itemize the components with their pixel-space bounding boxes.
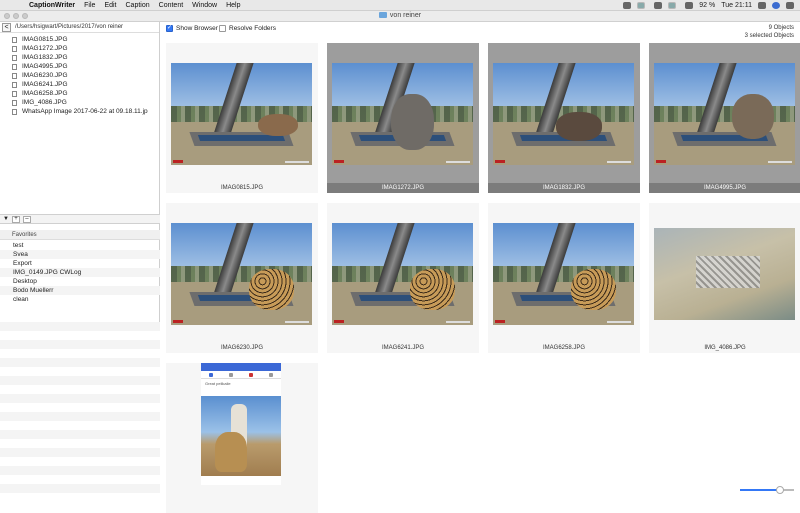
battery-percent[interactable]: 92 % <box>699 2 715 9</box>
menu-app-name[interactable]: CaptionWriter <box>29 2 75 9</box>
checkbox-checked-icon: ✓ <box>166 25 173 32</box>
favorite-item[interactable]: Bodo Muellerr <box>0 286 160 295</box>
notification-list-icon[interactable] <box>786 2 794 9</box>
favorite-item[interactable]: clean <box>0 295 160 304</box>
thumbnail-cell[interactable]: IMAG6230.JPG <box>166 203 318 353</box>
favorite-item[interactable]: Svea <box>0 250 160 259</box>
menu-bar: CaptionWriter File Edit Caption Content … <box>0 0 800 11</box>
file-icon <box>12 63 17 70</box>
selected-count: 3 selected Objects <box>744 33 794 39</box>
menu-content[interactable]: Content <box>159 2 184 9</box>
file-icon <box>12 99 17 106</box>
left-sidebar: < /Users/hsigwart/Pictures/2017/von rein… <box>0 22 160 500</box>
status-dropbox-icon[interactable] <box>654 2 663 9</box>
current-path: /Users/hsigwart/Pictures/2017/von reiner <box>15 24 124 30</box>
back-button[interactable]: < <box>2 22 11 32</box>
menu-window[interactable]: Window <box>192 2 217 9</box>
file-item[interactable]: IMG_4086.JPG <box>0 98 159 107</box>
thumbnail-cell[interactable]: IMAG0815.JPG <box>166 43 318 193</box>
status-display-icon[interactable] <box>668 2 677 9</box>
thumbnail-cell[interactable]: IMG_4086.JPG <box>649 203 800 353</box>
thumbnail-image[interactable] <box>654 228 795 320</box>
zoom-slider-fill <box>740 489 780 491</box>
file-icon <box>12 54 17 61</box>
status-wifi-icon[interactable] <box>685 2 694 9</box>
favorites-header: Favorites <box>0 230 160 240</box>
thumbnail-image[interactable]: Great pelikalie <box>171 363 312 485</box>
favorite-item[interactable]: Desktop <box>0 277 160 286</box>
thumbnail-caption: IMAG6230.JPG <box>220 345 264 351</box>
favorites-toolbar: ▼ + – <box>0 214 160 224</box>
thumbnail-caption: IMAG6258.JPG <box>542 345 586 351</box>
favorite-item[interactable]: test <box>0 241 160 250</box>
file-icon <box>12 36 17 43</box>
menu-help[interactable]: Help <box>226 2 240 9</box>
disclosure-triangle-icon[interactable]: ▼ <box>3 216 9 222</box>
file-icon <box>12 81 17 88</box>
file-item[interactable]: IMAG4995.JPG <box>0 62 159 71</box>
file-icon <box>12 45 17 52</box>
folder-icon <box>378 12 387 18</box>
clock[interactable]: Tue 21:11 <box>721 2 752 9</box>
thumbnail-cell[interactable]: IMAG1272.JPG <box>327 43 479 193</box>
thumbnail-cell[interactable]: IMAG6258.JPG <box>488 203 640 353</box>
thumbnail-caption: IMAG1832.JPG <box>488 183 640 193</box>
menu-caption[interactable]: Caption <box>126 2 150 9</box>
thumbnail-image[interactable] <box>493 223 634 325</box>
thumbnail-image[interactable] <box>493 63 634 165</box>
thumbnail-image[interactable] <box>171 223 312 325</box>
thumbnail-image[interactable] <box>332 63 473 165</box>
file-item[interactable]: IMAG6258.JPG <box>0 89 159 98</box>
favorites-empty-rows <box>0 322 160 500</box>
file-item[interactable]: IMAG0815.JPG <box>0 35 159 44</box>
thumbnail-cell[interactable]: IMAG1832.JPG <box>488 43 640 193</box>
resolve-folders-checkbox[interactable]: Resolve Folders <box>219 25 276 32</box>
thumbnail-cell[interactable]: Great pelikalie <box>166 363 318 513</box>
path-bar: < /Users/hsigwart/Pictures/2017/von rein… <box>0 22 159 33</box>
favorite-item[interactable]: IMG_0149.JPG CWLog <box>0 268 160 277</box>
file-item[interactable]: IMAG1832.JPG <box>0 53 159 62</box>
search-icon[interactable] <box>758 2 766 9</box>
thumbnail-caption: IMAG4995.JPG <box>649 183 800 193</box>
menu-file[interactable]: File <box>84 2 95 9</box>
thumbnail-caption: IMAG0815.JPG <box>220 185 264 191</box>
show-browser-checkbox[interactable]: ✓ Show Browser <box>166 25 218 32</box>
window-title: von reiner <box>0 12 800 19</box>
file-list: IMAG0815.JPG IMAG1272.JPG IMAG1832.JPG I… <box>0 33 159 116</box>
thumbnail-caption: IMAG6241.JPG <box>381 345 425 351</box>
status-app-icon[interactable] <box>623 2 632 9</box>
file-item[interactable]: IMAG6230.JPG <box>0 71 159 80</box>
browser-main: ✓ Show Browser Resolve Folders 9 Objects… <box>161 22 800 513</box>
file-icon <box>12 72 17 79</box>
file-icon <box>12 108 17 115</box>
thumbnail-cell[interactable]: IMAG4995.JPG <box>649 43 800 193</box>
thumbnail-caption: IMG_4086.JPG <box>704 345 746 351</box>
user-avatar-icon[interactable] <box>772 2 780 9</box>
file-item[interactable]: IMAG6241.JPG <box>0 80 159 89</box>
thumbnail-image[interactable] <box>654 63 795 165</box>
object-counts: 9 Objects 3 selected Objects <box>745 24 794 40</box>
add-favorite-button[interactable]: + <box>11 215 20 223</box>
thumbnail-cell[interactable]: IMAG6241.JPG <box>327 203 479 353</box>
favorites-list: test Svea Export IMG_0149.JPG CWLog Desk… <box>0 241 160 304</box>
object-count: 9 Objects <box>768 25 794 31</box>
file-item[interactable]: IMAG1272.JPG <box>0 44 159 53</box>
window-titlebar: von reiner <box>0 11 800 22</box>
checkbox-unchecked-icon <box>219 25 226 32</box>
browser-toolbar: ✓ Show Browser Resolve Folders 9 Objects… <box>161 22 800 44</box>
status-area: 92 % Tue 21:11 <box>617 0 794 11</box>
file-icon <box>12 90 17 97</box>
thumbnail-image[interactable] <box>332 223 473 325</box>
status-tool-icon[interactable] <box>637 2 646 9</box>
remove-favorite-button[interactable]: – <box>22 215 31 223</box>
file-item[interactable]: WhatsApp Image 2017-06-22 at 09.18.11.jp <box>0 107 159 116</box>
thumbnail-caption: IMAG1272.JPG <box>327 183 479 193</box>
thumbnail-image[interactable] <box>171 63 312 165</box>
menu-edit[interactable]: Edit <box>104 2 116 9</box>
favorite-item[interactable]: Export <box>0 259 160 268</box>
zoom-slider-knob[interactable] <box>776 486 784 494</box>
